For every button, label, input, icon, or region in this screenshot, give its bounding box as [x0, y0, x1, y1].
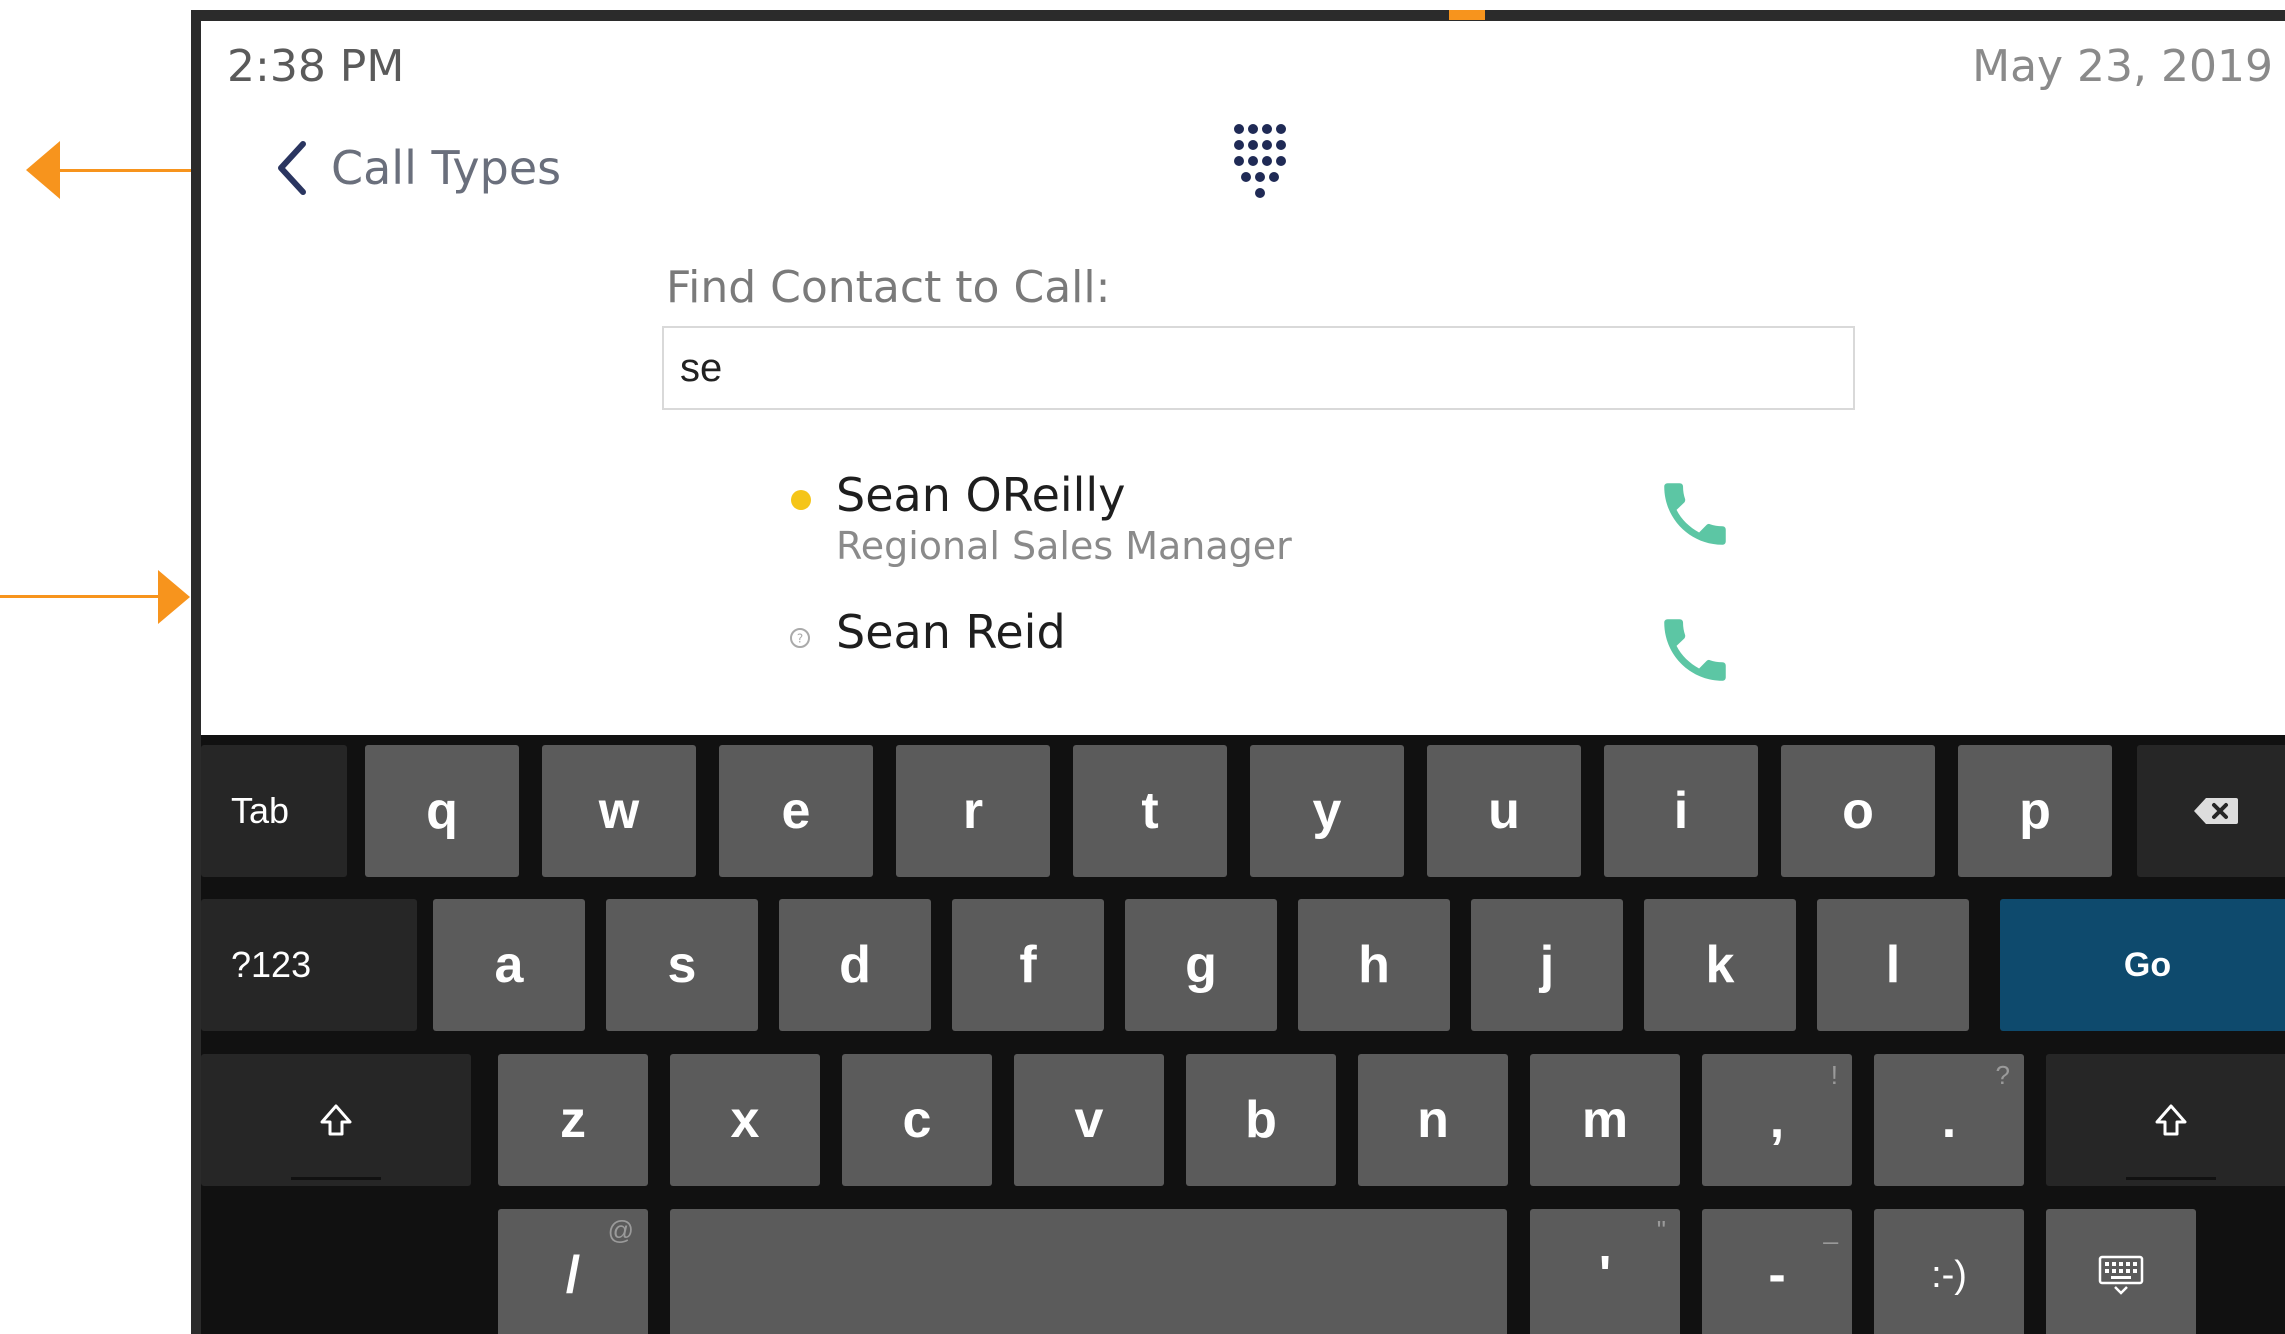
- key-r[interactable]: r: [896, 745, 1050, 877]
- key-v[interactable]: v: [1014, 1054, 1164, 1186]
- key-q[interactable]: q: [365, 745, 519, 877]
- back-button[interactable]: Call Types: [273, 138, 561, 198]
- key-n[interactable]: n: [1358, 1054, 1508, 1186]
- key-apostrophe[interactable]: ' ": [1530, 1209, 1680, 1334]
- key-hide-keyboard[interactable]: [2046, 1209, 2196, 1334]
- key-alt-label: ?: [1995, 1060, 2010, 1090]
- key-d[interactable]: d: [779, 899, 931, 1031]
- annotation-arrow-left-icon: [26, 141, 60, 199]
- key-o[interactable]: o: [1781, 745, 1935, 877]
- key-label: -: [1768, 1246, 1786, 1304]
- key-alt-label: _: [1823, 1215, 1838, 1245]
- shift-icon: [320, 1104, 352, 1136]
- key-alt-label: !: [1830, 1060, 1838, 1090]
- key-label: .: [1941, 1091, 1957, 1149]
- contact-name: Sean OReilly: [836, 468, 1126, 522]
- key-x[interactable]: x: [670, 1054, 820, 1186]
- key-t[interactable]: t: [1073, 745, 1227, 877]
- keyboard-hide-icon: [2098, 1255, 2144, 1295]
- key-slash[interactable]: / @: [498, 1209, 648, 1334]
- key-e[interactable]: e: [719, 745, 873, 877]
- on-screen-keyboard: Tab q w e r t y u i o p ?123 a s d f g h…: [201, 735, 2285, 1334]
- key-p[interactable]: p: [1958, 745, 2112, 877]
- contact-name: Sean Reid: [836, 605, 1066, 659]
- key-symbols[interactable]: ?123: [201, 899, 417, 1031]
- key-label: /: [565, 1246, 581, 1304]
- key-label: ,: [1769, 1091, 1785, 1149]
- key-shift-right[interactable]: [2046, 1054, 2285, 1186]
- key-comma[interactable]: , !: [1702, 1054, 1852, 1186]
- search-field[interactable]: [662, 326, 1855, 410]
- contact-title: Regional Sales Manager: [836, 524, 1292, 568]
- key-tab[interactable]: Tab: [201, 745, 347, 877]
- key-alt-label: ": [1656, 1215, 1666, 1245]
- shift-indicator: [291, 1177, 381, 1180]
- presence-unknown-icon: ?: [790, 628, 810, 648]
- key-backspace[interactable]: [2137, 745, 2285, 877]
- search-input[interactable]: [664, 328, 1853, 408]
- chevron-left-icon: [278, 141, 306, 195]
- dialpad-icon[interactable]: [1231, 121, 1287, 201]
- key-label: ': [1598, 1246, 1612, 1304]
- phone-call-icon[interactable]: [1654, 609, 1736, 691]
- key-a[interactable]: a: [433, 899, 585, 1031]
- key-y[interactable]: y: [1250, 745, 1404, 877]
- key-s[interactable]: s: [606, 899, 758, 1031]
- key-z[interactable]: z: [498, 1054, 648, 1186]
- key-k[interactable]: k: [1644, 899, 1796, 1031]
- key-j[interactable]: j: [1471, 899, 1623, 1031]
- key-space[interactable]: [670, 1209, 1507, 1334]
- key-alt-label: @: [607, 1215, 634, 1245]
- device-frame: 2:38 PM May 23, 2019 Call Types Find Con…: [191, 10, 2285, 1334]
- annotation-arrow-right-icon: [158, 570, 190, 624]
- key-hyphen[interactable]: - _: [1702, 1209, 1852, 1334]
- key-h[interactable]: h: [1298, 899, 1450, 1031]
- presence-away-icon: [791, 490, 811, 510]
- phone-call-icon[interactable]: [1654, 473, 1736, 555]
- key-u[interactable]: u: [1427, 745, 1581, 877]
- shift-indicator: [2125, 1177, 2216, 1180]
- key-w[interactable]: w: [542, 745, 696, 877]
- status-date: May 23, 2019: [1972, 41, 2273, 92]
- key-period[interactable]: . ?: [1874, 1054, 2024, 1186]
- key-smiley[interactable]: :-): [1874, 1209, 2024, 1334]
- shift-icon: [2155, 1104, 2186, 1136]
- key-i[interactable]: i: [1604, 745, 1758, 877]
- backspace-icon: [2194, 798, 2238, 824]
- status-time: 2:38 PM: [227, 41, 405, 92]
- key-m[interactable]: m: [1530, 1054, 1680, 1186]
- search-label: Find Contact to Call:: [666, 262, 1111, 313]
- key-c[interactable]: c: [842, 1054, 992, 1186]
- annotation-arrow-line: [0, 595, 160, 598]
- key-shift-left[interactable]: [201, 1054, 471, 1186]
- back-label: Call Types: [331, 141, 562, 195]
- svg-text:?: ?: [797, 632, 803, 646]
- key-b[interactable]: b: [1186, 1054, 1336, 1186]
- device-indicator: [1449, 10, 1485, 20]
- key-f[interactable]: f: [952, 899, 1104, 1031]
- call-screen: 2:38 PM May 23, 2019 Call Types Find Con…: [201, 21, 2285, 735]
- key-l[interactable]: l: [1817, 899, 1969, 1031]
- key-go[interactable]: Go: [2000, 899, 2285, 1031]
- key-g[interactable]: g: [1125, 899, 1277, 1031]
